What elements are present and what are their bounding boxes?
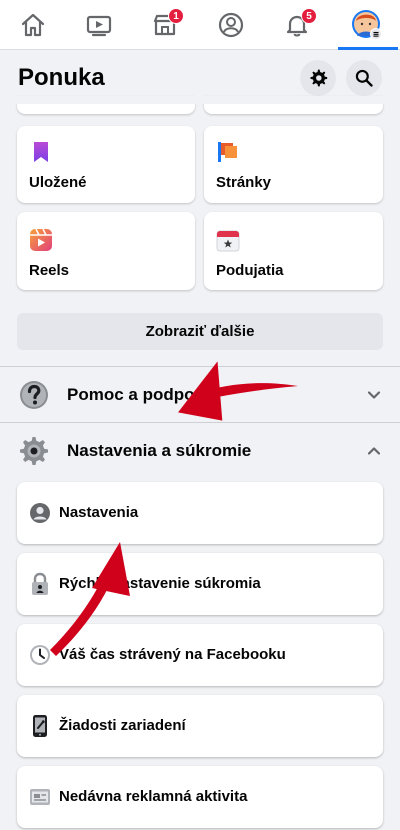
nav-home[interactable] [0,0,66,50]
settings-item-time-on-facebook[interactable]: Váš čas strávený na Facebooku [17,624,383,686]
top-navigation-bar: 1 5 [0,0,400,50]
gear-icon [20,437,48,465]
chevron-down-icon [367,391,381,399]
shortcut-label: Reels [29,262,70,279]
nav-video[interactable] [66,0,132,50]
ad-icon [30,789,50,805]
section-help-support[interactable]: Pomoc a podpora [0,367,400,423]
calendar-icon [216,230,240,252]
video-icon [86,15,112,37]
settings-item-label: Nastavenia [59,504,139,521]
settings-item-label: Nedávna reklamná aktivita [59,788,248,805]
show-more-button[interactable]: Zobraziť ďalšie [17,313,383,350]
shortcut-label: Uložené [29,174,87,191]
scroll-mask [0,96,400,104]
user-circle-icon [30,503,50,523]
nav-menu[interactable] [334,0,400,50]
menu-avatar-icon [352,10,382,40]
gear-icon [310,69,328,87]
settings-item-recent-ad-activity[interactable]: Nedávna reklamná aktivita [17,766,383,828]
section-label: Nastavenia a súkromie [67,441,252,460]
home-icon [21,13,45,37]
shortcut-card-saved[interactable]: Uložené [17,126,195,203]
profile-icon [218,12,244,38]
clock-icon [30,645,50,665]
marketplace-badge: 1 [168,8,184,24]
section-label: Pomoc a podpora [67,385,211,404]
settings-item-privacy-shortcuts[interactable]: Rýchle nastavenie súkromia [17,553,383,615]
nav-marketplace[interactable]: 1 [132,0,198,50]
notifications-badge: 5 [301,8,317,24]
shortcut-card-reels[interactable]: Reels [17,212,195,290]
search-icon [355,69,373,87]
page-title: Ponuka [18,64,105,91]
question-icon [20,381,48,409]
shortcut-label: Podujatia [216,262,284,279]
settings-button[interactable] [300,60,336,96]
search-button[interactable] [346,60,382,96]
nav-notifications[interactable]: 5 [264,0,330,50]
shortcut-card-pages[interactable]: Stránky [204,126,383,203]
active-tab-indicator [338,47,398,50]
shortcut-card-events[interactable]: Podujatia [204,212,383,290]
chevron-up-icon [367,447,381,455]
flag-icon [218,142,237,162]
settings-item-label: Rýchle nastavenie súkromia [59,575,261,592]
settings-item-device-requests[interactable]: Žiadosti zariadení [17,695,383,757]
settings-item-settings[interactable]: Nastavenia [17,482,383,544]
reels-icon [30,228,52,251]
settings-item-label: Váš čas strávený na Facebooku [59,646,286,663]
lock-icon [32,572,48,595]
bookmark-icon [34,142,48,162]
settings-item-label: Žiadosti zariadení [59,717,186,734]
shortcut-label: Stránky [216,174,272,191]
nav-profile[interactable] [198,0,264,50]
section-settings-privacy[interactable]: Nastavenia a súkromie [0,423,400,479]
phone-icon [33,715,47,737]
